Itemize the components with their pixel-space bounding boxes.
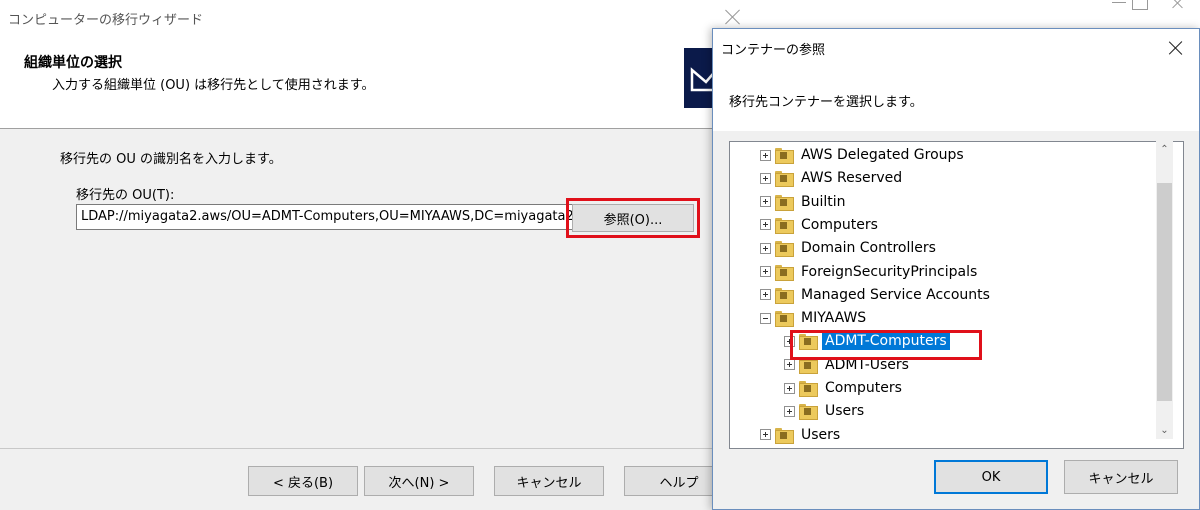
footer-divider	[0, 448, 760, 449]
tree-scrollbar[interactable]: ⌃ ⌄	[1156, 141, 1173, 439]
scroll-thumb[interactable]	[1157, 183, 1172, 401]
tree-item[interactable]: Managed Service Accounts	[760, 284, 993, 306]
expand-icon[interactable]	[760, 289, 771, 301]
tree-item[interactable]: ForeignSecurityPrincipals	[760, 261, 980, 283]
wizard-header: 組織単位の選択 入力する組織単位 (OU) は移行先として使用されます。	[0, 36, 760, 129]
tree-item-label: Users	[825, 403, 865, 420]
folder-icon	[775, 148, 794, 164]
tree-item[interactable]: Users	[760, 424, 843, 446]
browse-container-dialog: コンテナーの参照 移行先コンテナーを選択します。 AWS Delegated G…	[712, 28, 1200, 510]
tree-item-label: Computers	[825, 380, 902, 396]
expand-icon[interactable]	[760, 266, 771, 277]
tree-item[interactable]: MIYAAWS	[760, 307, 869, 329]
tree-item[interactable]: Computers	[784, 377, 905, 399]
dialog-instruction-area: 移行先コンテナーを選択します。	[713, 65, 1199, 131]
folder-icon	[775, 194, 794, 211]
tree-item-label: MIYAAWS	[801, 310, 867, 327]
next-button[interactable]: 次へ(N) >	[364, 466, 474, 496]
expand-icon[interactable]	[784, 382, 795, 394]
dialog-titlebar: コンテナーの参照	[713, 29, 1199, 65]
wizard-titlebar: コンピューターの移行ウィザード	[0, 0, 760, 36]
folder-icon	[775, 217, 794, 234]
ok-button[interactable]: OK	[934, 460, 1048, 494]
folder-icon	[775, 287, 794, 304]
folder-icon	[799, 404, 818, 421]
tree-item-label: AWS Delegated Groups	[801, 147, 964, 163]
folder-icon	[775, 427, 794, 444]
tree-item[interactable]: Users	[784, 400, 867, 422]
collapse-icon[interactable]	[760, 312, 771, 324]
tree-item-label: Domain Controllers	[801, 240, 936, 257]
minimize-icon[interactable]	[1112, 2, 1126, 3]
scroll-up-icon[interactable]: ⌃	[1156, 141, 1173, 158]
folder-icon	[775, 311, 794, 328]
expand-icon[interactable]	[760, 242, 771, 254]
wizard-close-icon[interactable]	[722, 6, 744, 28]
tree-item[interactable]: AWS Delegated Groups	[760, 144, 967, 166]
container-tree[interactable]: AWS Delegated Groups AWS Reserved Builtin C…	[729, 141, 1184, 449]
target-ou-label: 移行先の OU(T):	[76, 188, 175, 203]
folder-icon	[775, 241, 794, 258]
scroll-down-icon[interactable]: ⌄	[1156, 422, 1173, 439]
wizard-cancel-button[interactable]: キャンセル	[494, 466, 604, 496]
back-button[interactable]: < 戻る(B)	[248, 466, 358, 496]
close-icon[interactable]	[1170, 0, 1186, 10]
tree-item-label: Computers	[801, 216, 878, 233]
tree-item-label: Users	[801, 426, 841, 443]
dialog-close-icon[interactable]	[1165, 37, 1187, 59]
page-subtitle: 入力する組織単位 (OU) は移行先として使用されます。	[52, 78, 375, 93]
tree-item[interactable]: Domain Controllers	[760, 237, 939, 259]
tree-item[interactable]: AWS Reserved	[760, 167, 905, 189]
page-title: 組織単位の選択	[24, 55, 122, 71]
tree-item[interactable]: Computers	[760, 214, 881, 236]
target-ou-input[interactable]: LDAP://miyagata2.aws/OU=ADMT-Computers,O…	[76, 204, 576, 230]
tree-item-label: Managed Service Accounts	[801, 286, 990, 303]
dialog-cancel-button[interactable]: キャンセル	[1064, 460, 1178, 494]
tree-item-label: ForeignSecurityPrincipals	[801, 263, 978, 280]
expand-icon[interactable]	[760, 219, 771, 231]
folder-icon	[775, 171, 794, 188]
dialog-title: コンテナーの参照	[721, 43, 826, 58]
expand-icon[interactable]	[760, 172, 771, 184]
computer-migration-wizard: コンピューターの移行ウィザード 組織単位の選択 入力する組織単位 (OU) は移…	[0, 0, 760, 510]
expand-icon[interactable]	[760, 196, 771, 208]
wizard-title: コンピューターの移行ウィザード	[8, 13, 204, 28]
maximize-icon[interactable]	[1132, 0, 1148, 10]
expand-icon[interactable]	[760, 149, 771, 161]
expand-icon[interactable]	[784, 359, 795, 371]
expand-icon[interactable]	[784, 405, 795, 417]
folder-icon	[799, 381, 818, 397]
tree-item[interactable]: Builtin	[760, 191, 849, 213]
background-window-titlebar	[760, 0, 1200, 30]
ou-instruction: 移行先の OU の識別名を入力します。	[60, 152, 282, 167]
tree-item-label: Builtin	[801, 193, 846, 210]
expand-icon[interactable]	[760, 429, 771, 441]
folder-icon	[775, 264, 794, 281]
selected-ou-highlight-box	[790, 330, 982, 360]
browse-highlight-box	[566, 198, 700, 238]
tree-item-label: AWS Reserved	[801, 170, 903, 187]
dialog-instruction: 移行先コンテナーを選択します。	[729, 95, 923, 110]
